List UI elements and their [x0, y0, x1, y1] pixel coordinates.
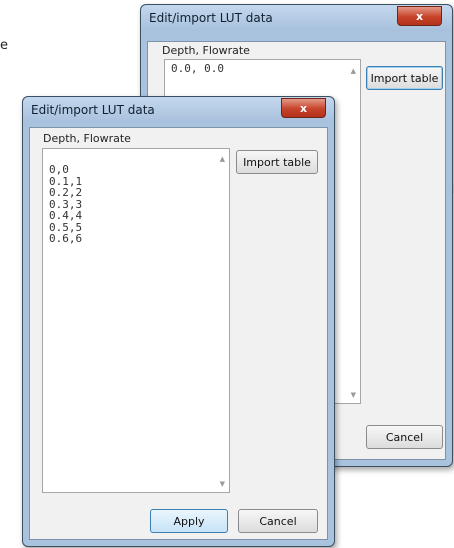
- column-header-label: Depth, Flowrate: [162, 44, 250, 57]
- data-line: 0.0, 0.0: [171, 62, 224, 75]
- window-title: Edit/import LUT data: [31, 103, 155, 117]
- data-line: 0.2,2: [49, 186, 83, 199]
- close-icon: x: [299, 101, 308, 115]
- import-table-button[interactable]: Import table: [236, 150, 318, 174]
- close-button[interactable]: x: [397, 6, 442, 26]
- apply-label: Apply: [173, 514, 205, 528]
- import-table-label: Import table: [370, 71, 439, 85]
- cancel-button[interactable]: Cancel: [366, 425, 443, 449]
- apply-button[interactable]: Apply: [150, 509, 228, 533]
- lut-data-lines: 0,0 0.1,1 0.2,2 0.3,3 0.4,4 0.5,5 0.6,6: [49, 164, 82, 245]
- close-button[interactable]: x: [281, 98, 326, 118]
- title-bar: Edit/import LUT data x: [23, 97, 334, 123]
- scroll-up-arrow-icon[interactable]: ▲: [351, 67, 356, 75]
- lut-data-textbox[interactable]: 0,0 0.1,1 0.2,2 0.3,3 0.4,4 0.5,5 0.6,6 …: [42, 148, 230, 493]
- close-icon: x: [415, 9, 424, 23]
- column-header-label: Depth, Flowrate: [43, 132, 131, 145]
- scroll-down-arrow-icon[interactable]: ▼: [351, 391, 356, 399]
- scroll-up-arrow-icon[interactable]: ▲: [220, 155, 225, 163]
- lut-data-lines: 0.0, 0.0: [171, 63, 224, 75]
- cancel-button[interactable]: Cancel: [238, 509, 318, 533]
- title-bar: Edit/import LUT data x: [141, 5, 452, 31]
- window-title: Edit/import LUT data: [149, 11, 273, 25]
- scroll-down-arrow-icon[interactable]: ▼: [220, 480, 225, 488]
- import-table-label: Import table: [243, 155, 311, 169]
- data-line: 0,0: [49, 163, 69, 176]
- front-lut-dialog: Edit/import LUT data x Depth, Flowrate 0…: [22, 96, 335, 547]
- cancel-label: Cancel: [259, 514, 297, 528]
- cancel-label: Cancel: [385, 430, 424, 444]
- data-line: 0.4,4: [49, 209, 83, 222]
- data-line: 0.6,6: [49, 232, 83, 245]
- import-table-button[interactable]: Import table: [366, 66, 443, 90]
- background-text-fragment: e: [0, 38, 8, 53]
- dialog-body: Depth, Flowrate 0,0 0.1,1 0.2,2 0.3,3 0.…: [29, 127, 328, 540]
